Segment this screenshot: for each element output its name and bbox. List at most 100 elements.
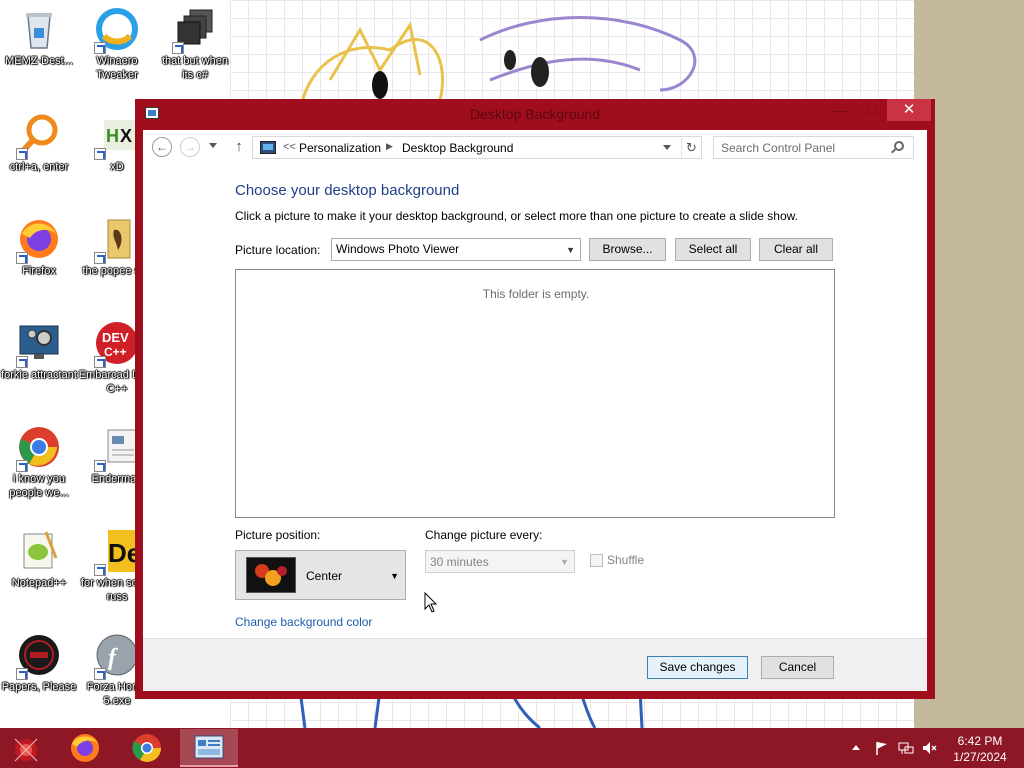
shortcut-arrow-icon (94, 460, 106, 472)
monitor-gear-icon (16, 320, 62, 368)
taskbar-chrome[interactable] (118, 729, 176, 767)
back-button[interactable]: ← (152, 137, 172, 157)
orange-magnifier-icon (16, 112, 62, 160)
search-icon[interactable] (894, 141, 904, 151)
firefox-icon (16, 216, 62, 264)
search-input[interactable] (721, 140, 886, 155)
control-panel-icon (260, 141, 276, 154)
desktop-icon-forkie-attractant[interactable]: forkie attractant (0, 320, 78, 382)
control-panel-icon (194, 735, 224, 759)
shuffle-label: Shuffle (607, 553, 645, 567)
overflow-breadcrumb[interactable]: << (283, 141, 296, 153)
hxd-icon: HX (94, 112, 140, 160)
chevron-down-icon: ▼ (390, 571, 399, 581)
firefox-icon (71, 734, 99, 762)
change-background-color-link[interactable]: Change background color (235, 615, 372, 629)
mouse-cursor-icon (424, 592, 438, 613)
page-description: Click a picture to make it your desktop … (235, 209, 798, 223)
desktop-background-window: Desktop Background — □ ✕ ← → ↑ << Person… (135, 99, 935, 699)
clock-date[interactable]: 1/27/2024 (940, 750, 1020, 764)
close-button[interactable]: ✕ (887, 99, 931, 121)
shortcut-arrow-icon (16, 460, 28, 472)
clear-all-button[interactable]: Clear all (759, 238, 833, 261)
papers-please-icon (16, 632, 62, 680)
devcpp-icon: DEV C++ (94, 320, 140, 368)
shortcut-arrow-icon (94, 42, 106, 54)
shortcut-arrow-icon (94, 252, 106, 264)
svg-text:X: X (120, 126, 132, 146)
desktop-icon-firefox[interactable]: Firefox (0, 216, 78, 278)
clock-time[interactable]: 6:42 PM (940, 734, 1020, 748)
change-picture-every-value: 30 minutes (430, 555, 489, 569)
desktop-icon-notepadpp[interactable]: Notepad++ (0, 528, 78, 590)
search-box[interactable] (713, 136, 914, 159)
dialog-footer: Save changes Cancel (143, 638, 927, 691)
window-title: Desktop Background (470, 106, 600, 122)
shortcut-arrow-icon (16, 252, 28, 264)
document-window-icon (94, 424, 140, 472)
up-button[interactable]: ↑ (231, 138, 247, 156)
cancel-button[interactable]: Cancel (761, 656, 834, 679)
breadcrumb-personalization[interactable]: Personalization (299, 141, 381, 155)
taskbar: 6:42 PM 1/27/2024 (0, 728, 1024, 768)
shortcut-arrow-icon (94, 668, 106, 680)
flash-icon: f (94, 632, 140, 680)
forward-button[interactable]: → (180, 137, 200, 157)
page-heading: Choose your desktop background (235, 182, 460, 199)
minimize-button[interactable]: — (825, 99, 855, 121)
volume-muted-icon[interactable] (921, 740, 937, 756)
desktop-icon-winaero-tweaker[interactable]: Winaero Tweaker (78, 6, 156, 82)
shortcut-arrow-icon (94, 148, 106, 160)
window-client-area: ← → ↑ << Personalization ▶ Desktop Backg… (143, 130, 927, 691)
notepadpp-icon (16, 528, 62, 574)
desktop-icon-chrome-shortcut[interactable]: i know you people we... (0, 424, 78, 500)
folder-icon (94, 216, 140, 264)
picture-position-dropdown[interactable]: Center ▼ (235, 550, 406, 600)
shuffle-checkbox[interactable] (590, 554, 603, 567)
refresh-button[interactable]: ↻ (681, 138, 701, 157)
recycle-bin-icon (16, 6, 62, 52)
picture-position-label: Picture position: (235, 528, 321, 542)
de-logo-icon: De (94, 528, 141, 576)
picture-list[interactable]: This folder is empty. (235, 269, 835, 518)
start-button[interactable] (6, 730, 46, 766)
address-bar[interactable]: << Personalization ▶ Desktop Background … (252, 136, 702, 159)
taskbar-control-panel[interactable] (180, 729, 238, 767)
picture-location-dropdown[interactable]: Windows Photo Viewer ▼ (331, 238, 581, 261)
shortcut-arrow-icon (172, 42, 184, 54)
svg-text:DEV: DEV (102, 330, 129, 345)
shortcut-arrow-icon (94, 564, 106, 576)
chevron-down-icon: ▼ (566, 245, 575, 255)
desktop-icon-recycle-bin[interactable]: MEMZ-Dest... (0, 6, 78, 68)
show-hidden-icons-button[interactable] (852, 745, 860, 750)
picture-location-value: Windows Photo Viewer (336, 242, 460, 256)
address-dropdown-icon[interactable] (663, 145, 671, 150)
desktop-icon-ctrl-a-enter[interactable]: ctrl+a, enter (0, 112, 78, 174)
stacked-windows-icon (172, 6, 218, 54)
desktop-icon-papers-please[interactable]: Papers, Please (0, 632, 78, 694)
action-center-flag-icon[interactable] (874, 740, 890, 756)
select-all-button[interactable]: Select all (675, 238, 751, 261)
picture-position-value: Center (306, 569, 343, 583)
desktop-icon-that-but-when-its-csharp[interactable]: that but when its c# (156, 6, 234, 82)
shortcut-arrow-icon (94, 356, 106, 368)
maximize-button[interactable]: □ (857, 99, 887, 121)
empty-folder-message: This folder is empty. (482, 287, 590, 301)
svg-text:H: H (106, 126, 119, 146)
recent-locations-icon[interactable] (209, 143, 217, 148)
chrome-icon (16, 424, 62, 472)
browse-button[interactable]: Browse... (589, 238, 666, 261)
breadcrumb-separator-icon[interactable]: ▶ (386, 141, 393, 152)
change-picture-every-dropdown[interactable]: 30 minutes ▼ (425, 550, 575, 573)
breadcrumb-desktop-background[interactable]: Desktop Background (402, 141, 513, 155)
network-icon[interactable] (898, 740, 914, 756)
save-changes-button[interactable]: Save changes (647, 656, 748, 679)
taskbar-firefox[interactable] (56, 729, 114, 767)
shortcut-arrow-icon (16, 356, 28, 368)
chevron-down-icon: ▼ (560, 557, 569, 567)
change-picture-every-label: Change picture every: (425, 528, 543, 542)
start-orb-icon (14, 738, 38, 762)
shortcut-arrow-icon (16, 148, 28, 160)
title-bar[interactable]: Desktop Background — □ ✕ (135, 99, 935, 129)
position-preview-thumbnail (246, 557, 296, 593)
